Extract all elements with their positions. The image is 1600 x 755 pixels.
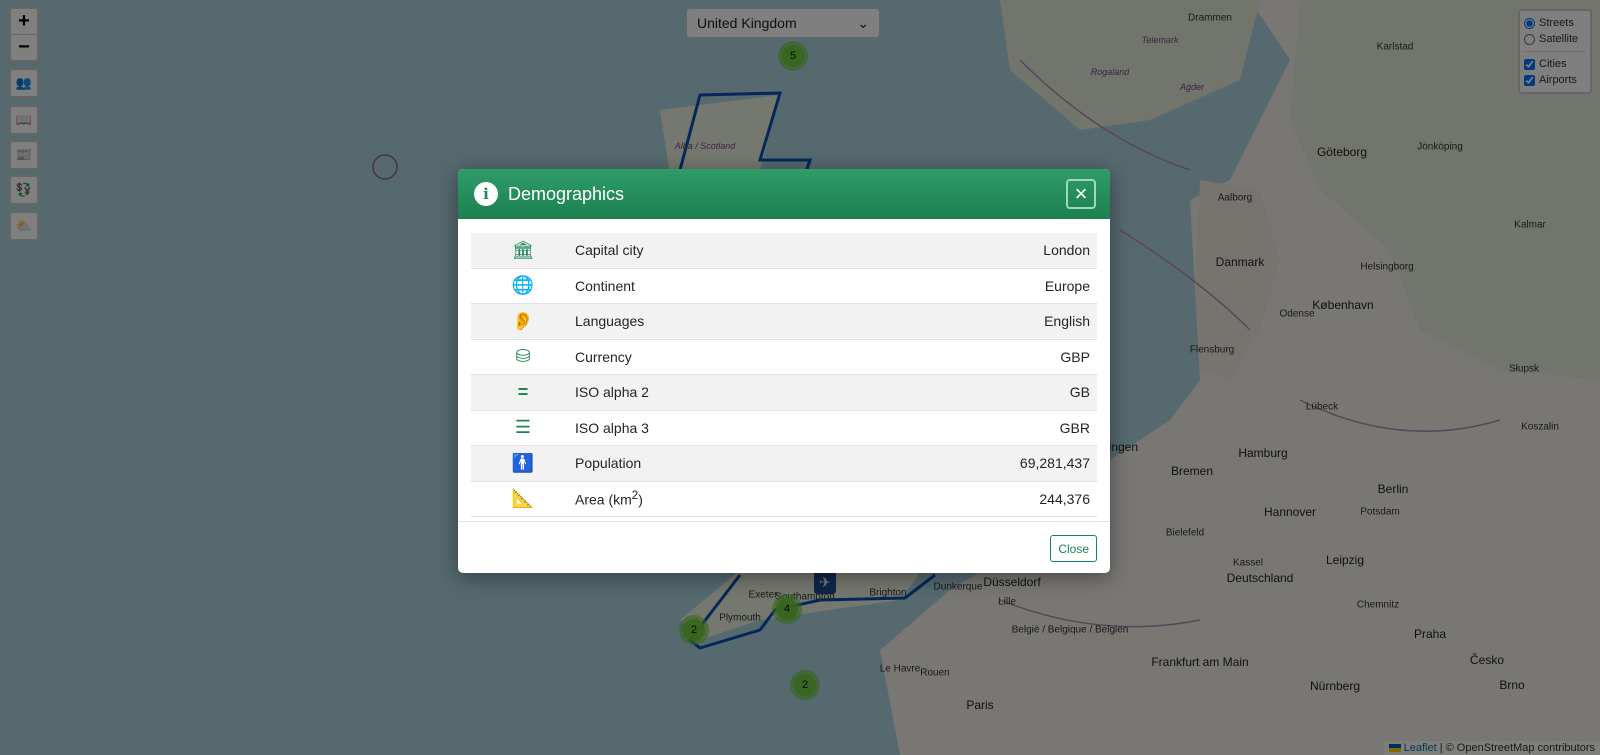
- modal-header: i Demographics ×: [458, 169, 1110, 219]
- row-value: GBR: [830, 410, 1097, 446]
- row-label: Capital city: [575, 233, 831, 269]
- row-label: ISO alpha 3: [575, 410, 831, 446]
- row-label: Population: [575, 445, 831, 482]
- table-row: ⛁ Currency GBP: [471, 339, 1097, 375]
- row-label: Area (km2): [575, 481, 831, 517]
- demographics-modal: i Demographics × 🏛 Capital city London 🌐 Co…: [458, 169, 1110, 573]
- row-value: GB: [830, 374, 1097, 411]
- close-button[interactable]: Close: [1050, 535, 1097, 562]
- modal-footer-divider: [458, 521, 1110, 522]
- table-row: 🏛 Capital city London: [471, 233, 1097, 269]
- row-label: Currency: [575, 339, 831, 375]
- table-row: 🚹 Population 69,281,437: [471, 445, 1097, 482]
- table-row: = ISO alpha 2 GB: [471, 374, 1097, 411]
- area-label: Area (km: [575, 492, 632, 509]
- table-row: 📐 Area (km2) 244,376: [471, 481, 1097, 517]
- ear-listen-icon: 👂: [471, 303, 575, 340]
- row-value: GBP: [830, 339, 1097, 375]
- row-label: Languages: [575, 303, 831, 340]
- table-row: 👂 Languages English: [471, 303, 1097, 340]
- row-value: Europe: [830, 268, 1097, 304]
- row-label: Continent: [575, 268, 831, 304]
- person-icon: 🚹: [471, 445, 575, 482]
- equals-icon: =: [471, 374, 575, 411]
- row-value: English: [830, 303, 1097, 340]
- row-value: London: [830, 233, 1097, 269]
- row-label: ISO alpha 2: [575, 374, 831, 411]
- close-icon-button[interactable]: ×: [1066, 179, 1096, 209]
- bars-icon: ☰: [471, 410, 575, 446]
- globe-icon: 🌐: [471, 268, 575, 304]
- row-value: 244,376: [830, 481, 1097, 517]
- info-icon: i: [474, 182, 498, 206]
- demographics-table: 🏛 Capital city London 🌐 Continent Europe 👂 La…: [471, 233, 1097, 517]
- table-row: ☰ ISO alpha 3 GBR: [471, 410, 1097, 446]
- row-value: 69,281,437: [830, 445, 1097, 482]
- modal-title: Demographics: [508, 183, 625, 204]
- area-label-end: ): [638, 492, 643, 509]
- coins-icon: ⛁: [471, 339, 575, 375]
- landmark-icon: 🏛: [471, 233, 575, 269]
- ruler-icon: 📐: [471, 481, 575, 517]
- table-row: 🌐 Continent Europe: [471, 268, 1097, 304]
